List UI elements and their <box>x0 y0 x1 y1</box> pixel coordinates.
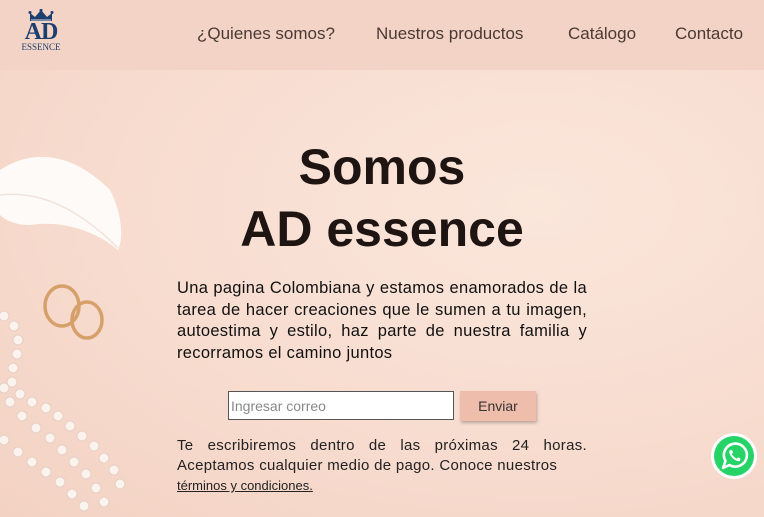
header-navbar: AD ESSENCE ¿Quienes somos? Nuestros prod… <box>0 0 764 70</box>
nav-link-products[interactable]: Nuestros productos <box>376 24 523 44</box>
nav-link-about[interactable]: ¿Quienes somos? <box>197 24 335 44</box>
hero-title-line1: Somos <box>298 139 466 195</box>
brand-logo[interactable]: AD ESSENCE <box>14 9 68 57</box>
hero-title-line2: AD essence <box>240 201 524 257</box>
email-input[interactable] <box>228 391 454 420</box>
terms-link[interactable]: términos y condiciones. <box>177 478 313 493</box>
response-note: Te escribiremos dentro de las próximas 2… <box>177 437 587 474</box>
logo-text: AD <box>24 19 59 45</box>
hero-description: Una pagina Colombiana y estamos enamorad… <box>177 279 587 362</box>
send-button[interactable]: Enviar <box>460 391 536 421</box>
nav-link-contact[interactable]: Contacto <box>675 24 743 44</box>
logo-subtext: ESSENCE <box>21 42 61 52</box>
jewelry-decoration-image <box>0 156 126 512</box>
nav-link-catalog[interactable]: Catálogo <box>568 24 636 44</box>
whatsapp-icon[interactable] <box>710 432 758 480</box>
